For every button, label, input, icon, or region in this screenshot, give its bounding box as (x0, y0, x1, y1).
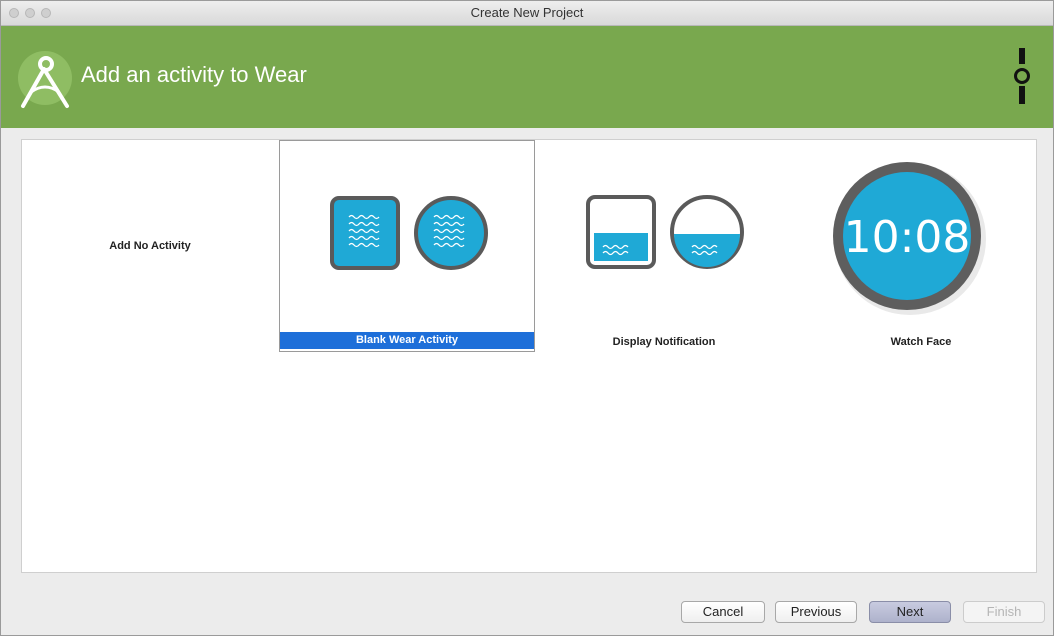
cancel-button[interactable]: Cancel (681, 601, 765, 623)
header-banner: Add an activity to Wear (1, 26, 1053, 128)
blank-wear-devices-icon (330, 196, 488, 270)
wear-watch-icon (1014, 48, 1030, 104)
android-studio-logo-icon (18, 51, 72, 108)
create-new-project-window: Create New Project Add an activity to We… (0, 0, 1054, 636)
watch-face-preview-icon: 10:08 (833, 162, 986, 315)
finish-button[interactable]: Finish (963, 601, 1045, 623)
watch-face-time: 10:08 (844, 212, 971, 263)
activity-tile-add-no-activity[interactable]: Add No Activity (22, 140, 278, 352)
activity-label: Add No Activity (109, 240, 191, 252)
activity-label: Blank Wear Activity (280, 332, 534, 349)
activity-label: Watch Face (890, 336, 952, 348)
activity-tile-display-notification[interactable]: Display Notification (536, 140, 792, 352)
window-title: Create New Project (470, 5, 584, 20)
page-title: Add an activity to Wear (81, 62, 307, 87)
activity-gallery: Add No Activity Blank Wear Activity Disp… (21, 139, 1037, 573)
activity-label: Display Notification (612, 336, 716, 348)
activity-tile-watch-face[interactable]: 10:08 Watch Face (793, 140, 1049, 352)
previous-button[interactable]: Previous (775, 601, 857, 623)
display-notification-devices-icon (586, 195, 744, 269)
next-button[interactable]: Next (869, 601, 951, 623)
activity-tile-blank-wear-activity[interactable]: Blank Wear Activity (279, 140, 535, 352)
title-bar: Create New Project (1, 1, 1053, 26)
